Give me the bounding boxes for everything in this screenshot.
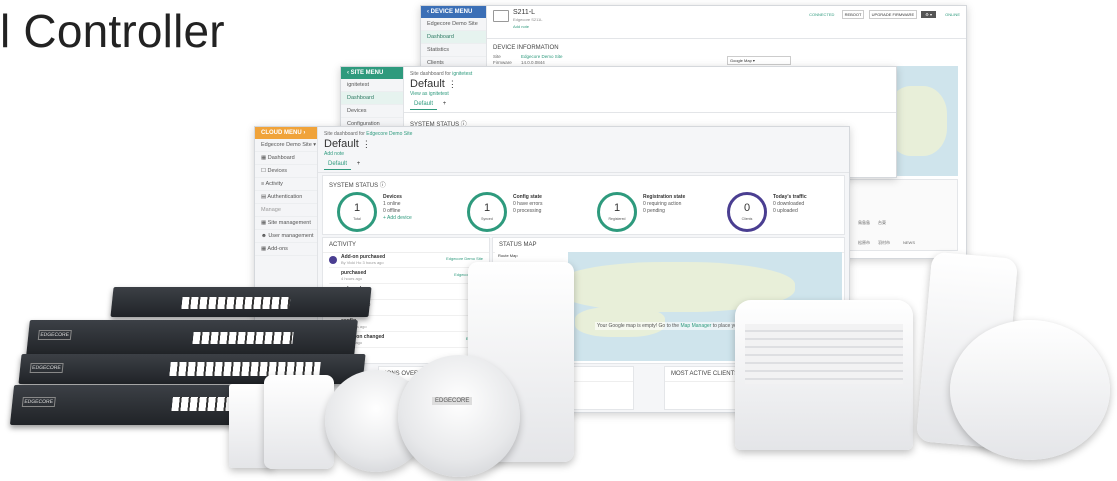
activity-heading: ACTIVITY xyxy=(323,238,489,253)
activity-avatar xyxy=(329,256,337,264)
traffic-stats: Today's traffic 0 downloaded 0 uploaded xyxy=(773,194,807,214)
sidebar-item-devices[interactable]: ☐ Devices xyxy=(255,165,317,178)
sidebar-item-dashboard[interactable]: Dashboard xyxy=(341,92,403,105)
online-badge: ONLINE xyxy=(945,12,960,17)
tab-default[interactable]: Default xyxy=(324,159,352,170)
sidebar-item-user-management[interactable]: ☻ User management xyxy=(255,230,317,243)
status-map-heading: STATUS MAP xyxy=(493,238,844,253)
device-name: S211-L xyxy=(513,9,536,16)
reboot-button[interactable]: REBOOT xyxy=(841,10,865,19)
round-antenna xyxy=(950,320,1110,460)
sidebar-item-add-ons[interactable]: ▦ Add-ons xyxy=(255,243,317,256)
more-menu-icon[interactable]: ⚙ ▾ xyxy=(921,11,936,18)
upgrade-firmware-button[interactable]: UPGRADE FIRMWARE xyxy=(868,10,918,19)
activity-item[interactable]: Add-on purchased By Vicki Ho 3 hours ago … xyxy=(329,254,483,268)
ceiling-access-point-right: EDGECORE xyxy=(398,355,520,477)
tab-add[interactable]: + xyxy=(353,159,365,169)
system-status-heading: SYSTEM STATUS ⓘ xyxy=(329,183,386,189)
tab-default[interactable]: Default xyxy=(410,99,438,110)
dashboard-tabs: Default + xyxy=(404,97,896,113)
add-device-link[interactable]: + Add device xyxy=(383,215,412,221)
outdoor-enclosure xyxy=(735,300,913,450)
switch-top xyxy=(110,287,372,317)
sidebar-item-authentication[interactable]: ▤ Authentication xyxy=(255,191,317,204)
info-value-firmware: 14.0.0.0844 xyxy=(521,60,545,65)
map-label-5: NEWS xyxy=(903,240,915,245)
map-label-3: 松原市 xyxy=(858,240,870,245)
map-label-4: 羽村市 xyxy=(878,240,890,245)
map-label-1: 鳥島島 xyxy=(858,220,870,225)
device-model: Edgecore S211L xyxy=(513,17,543,22)
brand-label: EDGECORE xyxy=(37,330,72,340)
registration-stats: Registration state 0 requiring action 0 pe… xyxy=(643,194,686,214)
sidebar-item-devices[interactable]: Devices xyxy=(341,105,403,118)
breadcrumb: Site dashboard for ignitetest xyxy=(410,71,473,77)
sidebar-item-dashboard[interactable]: Dashboard xyxy=(421,31,486,44)
dashboard-tabs: Default + xyxy=(318,157,849,173)
site-select[interactable]: Edgecore Demo Site xyxy=(421,18,486,31)
manage-label: Manage xyxy=(255,204,317,217)
cloud-menu-header[interactable]: CLOUD MENU › xyxy=(255,127,317,139)
map-select[interactable]: Google Map ▾ xyxy=(727,56,791,65)
config-state-stats: Config state 0 have errors 0 processing xyxy=(513,194,543,214)
small-access-point xyxy=(264,375,334,469)
sidebar-item-dashboard[interactable]: ▦ Dashboard xyxy=(255,152,317,165)
devices-stats: Devices 1 online 0 offline + Add device xyxy=(383,194,412,221)
config-state-ring: 1 Synced xyxy=(467,192,507,232)
site-select[interactable]: ignitetest xyxy=(341,79,403,92)
brand-label: EDGECORE xyxy=(29,363,64,373)
dashboard-title: Default ⋮ xyxy=(410,78,457,90)
activity-item[interactable]: purchased4 hours agoEdgecore Demo xyxy=(329,270,483,284)
registration-ring: 1 Registered xyxy=(597,192,637,232)
site-select[interactable]: Edgecore Demo Site ▾ xyxy=(255,139,317,152)
devices-ring: 1 Total xyxy=(337,192,377,232)
brand-label: EDGECORE xyxy=(21,397,56,407)
device-icon xyxy=(493,10,509,22)
sidebar-item-statistics[interactable]: Statistics xyxy=(421,44,486,57)
device-menu-header[interactable]: ‹ DEVICE MENU xyxy=(421,6,486,18)
kebab-menu-icon[interactable]: ⋮ xyxy=(448,79,457,89)
map-label-2: 台東 xyxy=(878,220,886,225)
switch-middle: EDGECORE xyxy=(26,320,358,356)
kebab-menu-icon[interactable]: ⋮ xyxy=(362,139,371,149)
sidebar-item-activity[interactable]: ≡ Activity xyxy=(255,178,317,191)
system-status-panel: SYSTEM STATUS ⓘ 1 Total Devices 1 online 0 … xyxy=(322,175,845,235)
page-title: l Controller xyxy=(0,5,225,57)
sidebar-item-site-management[interactable]: ▦ Site management xyxy=(255,217,317,230)
connected-status: CONNECTED xyxy=(809,12,835,17)
tab-add[interactable]: + xyxy=(439,99,451,109)
help-icon[interactable]: ⓘ xyxy=(380,183,386,189)
site-menu-header[interactable]: ‹ SITE MENU xyxy=(341,67,403,79)
traffic-ring: 0 Clients xyxy=(727,192,767,232)
breadcrumb: Site dashboard for Edgecore Demo Site xyxy=(324,131,413,137)
add-note-link[interactable]: Add note xyxy=(513,24,529,29)
info-value-site[interactable]: Edgecore Demo Site xyxy=(521,54,563,59)
ap-brand-label: EDGECORE xyxy=(432,397,473,405)
map-manager-link[interactable]: Map Manager xyxy=(680,323,711,329)
dashboard-title: Default ⋮ xyxy=(324,138,371,150)
